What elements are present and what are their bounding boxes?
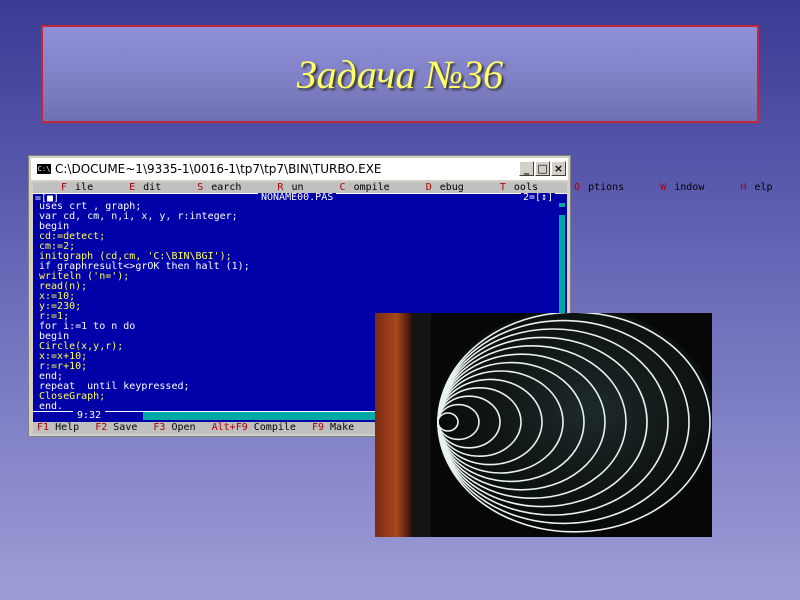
status-make[interactable]: F9 Make xyxy=(312,422,354,433)
menu-debug[interactable]: Debug xyxy=(412,182,472,193)
circles-output-photo xyxy=(375,313,712,537)
menu-search[interactable]: Search xyxy=(183,182,249,193)
code-line[interactable]: r:=r+10; xyxy=(39,362,250,372)
status-compile[interactable]: Alt+F9 Compile xyxy=(212,422,296,433)
menu-run[interactable]: Run xyxy=(263,182,311,193)
close-button[interactable]: × xyxy=(551,161,566,176)
menu-bar: File Edit Search Run Compile Debug Tools… xyxy=(33,182,772,193)
status-help[interactable]: F1 Help xyxy=(37,422,79,433)
source-code[interactable]: uses crt , graph; var cd, cm, n,i, x, y, … xyxy=(39,202,250,412)
code-line[interactable]: CloseGraph; xyxy=(39,392,250,402)
menu-compile[interactable]: Compile xyxy=(326,182,398,193)
slide-title: Задача №36 xyxy=(296,51,504,97)
window-title: C:\DOCUME~1\9335-1\0016-1\tp7\tp7\BIN\TU… xyxy=(55,162,382,176)
code-line[interactable]: for i:=1 to n do xyxy=(39,322,250,332)
zoom-box[interactable]: 2=[↕] xyxy=(521,193,556,203)
concentric-circles-image xyxy=(375,313,712,537)
status-save[interactable]: F2 Save xyxy=(95,422,137,433)
window-titlebar[interactable]: C:\ C:\DOCUME~1\9335-1\0016-1\tp7\tp7\BI… xyxy=(31,158,568,180)
menu-file[interactable]: File xyxy=(47,182,101,193)
menu-help[interactable]: Help xyxy=(726,182,780,193)
maximize-button[interactable]: □ xyxy=(535,161,550,176)
minimize-button[interactable]: _ xyxy=(519,161,534,176)
status-open[interactable]: F3 Open xyxy=(153,422,195,433)
file-name: NONAME00.PAS xyxy=(258,193,337,203)
menu-window[interactable]: Window xyxy=(646,182,712,193)
menu-options[interactable]: Options xyxy=(560,182,632,193)
scroll-thumb[interactable] xyxy=(559,207,565,215)
console-icon: C:\ xyxy=(37,164,51,174)
cursor-position: 9:32 xyxy=(73,411,106,421)
window-controls: _ □ × xyxy=(519,161,566,176)
slide-title-box: Задача №36 xyxy=(41,25,759,123)
code-line[interactable]: y:=230; xyxy=(39,302,250,312)
menu-edit[interactable]: Edit xyxy=(115,182,169,193)
code-line[interactable]: var cd, cm, n,i, x, y, r:integer; xyxy=(39,212,250,222)
menu-tools[interactable]: Tools xyxy=(486,182,546,193)
